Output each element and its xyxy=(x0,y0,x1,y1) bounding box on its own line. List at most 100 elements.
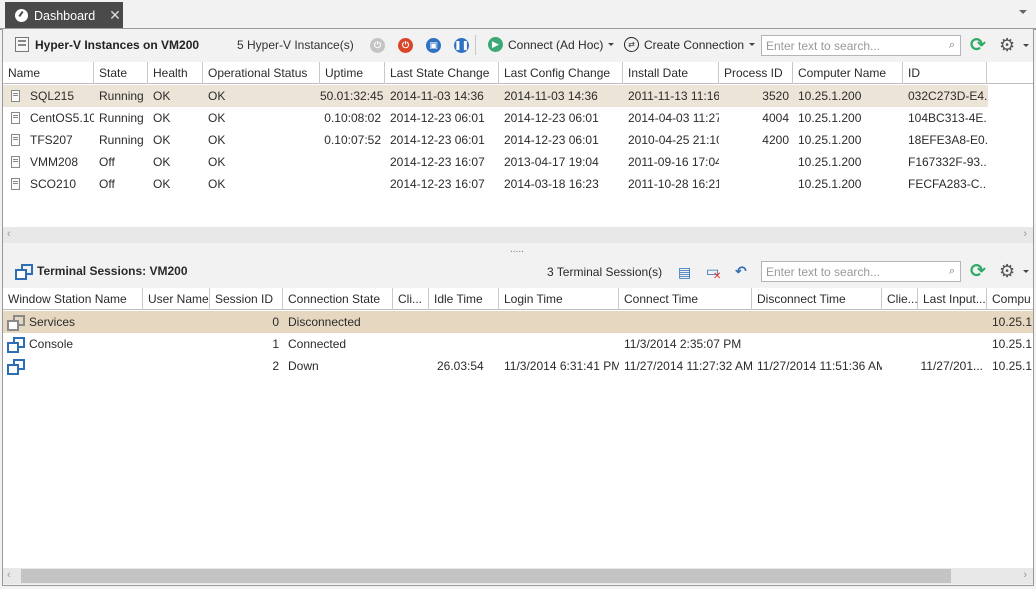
terminal-table-row[interactable]: Console 1 Connected 11/3/2014 2:35:07 PM 10.… xyxy=(3,333,1033,355)
hyperv-table-row[interactable]: SQL215 Running OK OK 50.01:32:45 2014-11-03 1… xyxy=(3,85,988,107)
cell-health-text: OK xyxy=(153,111,171,125)
cell-name-text: SQL215 xyxy=(30,89,75,103)
col-client[interactable]: Cli... xyxy=(393,288,429,310)
scroll-left-icon[interactable]: ‹ xyxy=(7,228,11,240)
hyperv-table-row[interactable]: TFS207 Running OK OK 0.10:07:52 2014-12-23 06… xyxy=(3,129,988,151)
col-process-id[interactable]: Process ID xyxy=(719,62,793,84)
cell-disconnect-time xyxy=(752,333,882,355)
terminal-horizontal-scrollbar[interactable]: ‹ › xyxy=(3,568,1033,584)
gear-icon[interactable]: ⚙ xyxy=(999,262,1015,280)
cell-client-2 xyxy=(882,355,918,377)
cell-id: F167332F-93... xyxy=(903,151,987,173)
cell-session-id-text: 0 xyxy=(272,315,279,329)
cell-connection-state: Connected xyxy=(283,333,393,355)
col-operational-status[interactable]: Operational Status xyxy=(203,62,320,84)
gear-icon[interactable]: ⚙ xyxy=(999,36,1015,54)
scroll-right-icon[interactable]: › xyxy=(1023,569,1027,581)
cell-state-text: Off xyxy=(99,155,115,169)
col-last-state-change[interactable]: Last State Change xyxy=(385,62,499,84)
power-on-icon[interactable]: ⏻ xyxy=(370,38,385,53)
col-disconnect-time[interactable]: Disconnect Time xyxy=(752,288,882,310)
hyperv-table-row[interactable]: VMM208 Off OK OK 2014-12-23 16:07 2013-04-17 … xyxy=(3,151,988,173)
terminal-table-row[interactable]: Services 0 Disconnected 10.25.1 xyxy=(3,311,1033,333)
col-connect-time[interactable]: Connect Time xyxy=(619,288,752,310)
tab-dashboard[interactable]: Dashboard ✕ xyxy=(5,2,123,29)
cell-idle-time: 26.03:54 xyxy=(429,355,499,377)
hyperv-grid: Name State Health Operational Status Upt… xyxy=(3,62,1033,227)
cell-last-state-change-text: 2014-12-23 06:01 xyxy=(390,111,485,125)
cell-install-date-text: 2011-11-13 11:16 xyxy=(628,89,719,103)
cell-process-id: 4200 xyxy=(719,129,793,151)
vm-icon xyxy=(11,178,20,190)
save-state-icon[interactable]: ▣ xyxy=(426,38,441,53)
close-icon[interactable]: ✕ xyxy=(109,7,121,24)
cell-last-config-change: 2014-12-23 06:01 xyxy=(499,129,623,151)
cell-id: FECFA283-C... xyxy=(903,173,987,195)
splitter-handle[interactable]: ..... xyxy=(510,244,524,255)
cell-operational-status-text: OK xyxy=(208,155,226,169)
cell-state-text: Running xyxy=(99,133,144,147)
cell-window-station: Services xyxy=(3,311,143,333)
cell-last-input xyxy=(918,333,987,355)
hyperv-table-row[interactable]: CentOS5.10 Running OK OK 0.10:08:02 2014-12-2… xyxy=(3,107,988,129)
hyperv-table-row[interactable]: SCO210 Off OK OK 2014-12-23 16:07 2014-03-18 … xyxy=(3,173,988,195)
refresh-icon[interactable]: ⟳ xyxy=(970,262,986,281)
col-login-time[interactable]: Login Time xyxy=(499,288,619,310)
connect-adhoc-button[interactable]: ▶ Connect (Ad Hoc) xyxy=(488,37,615,52)
cell-process-id-text: 4004 xyxy=(762,111,789,125)
terminal-search-input[interactable]: Enter text to search... ⌕ xyxy=(761,261,961,282)
col-session-id[interactable]: Session ID xyxy=(210,288,283,310)
terminal-table-row[interactable]: 2 Down 26.03:54 11/3/2014 6:31:41 PM 11/27/2… xyxy=(3,355,1033,377)
col-client-2[interactable]: Clie... xyxy=(882,288,918,310)
hyperv-search-input[interactable]: Enter text to search... ⌕ xyxy=(761,35,961,56)
col-computer-name[interactable]: Computer Name xyxy=(793,62,903,84)
refresh-icon[interactable]: ⟳ xyxy=(970,36,986,55)
cell-disconnect-time xyxy=(752,311,882,333)
logoff-session-icon[interactable]: ▭ ✕ xyxy=(706,264,721,282)
dashboard-icon xyxy=(15,9,28,22)
search-icon[interactable]: ⌕ xyxy=(949,39,955,52)
cell-name: CentOS5.10 xyxy=(3,107,94,129)
cell-operational-status: OK xyxy=(203,129,320,151)
settings-dropdown-icon[interactable] xyxy=(1023,44,1029,47)
search-icon[interactable]: ⌕ xyxy=(949,265,955,278)
scroll-right-icon[interactable]: › xyxy=(1023,228,1027,240)
terminal-session-count: 3 Terminal Session(s) xyxy=(547,265,663,279)
cell-last-state-change: 2014-12-23 06:01 xyxy=(385,107,499,129)
col-name[interactable]: Name xyxy=(3,62,94,84)
col-window-station-name[interactable]: Window Station Name xyxy=(3,288,143,310)
power-off-icon[interactable]: ⏻ xyxy=(398,38,413,53)
col-last-input[interactable]: Last Input... xyxy=(918,288,987,310)
scrollbar-thumb[interactable] xyxy=(21,569,951,583)
tab-label: Dashboard xyxy=(34,8,96,23)
col-state[interactable]: State xyxy=(94,62,148,84)
cell-computer-text: 10.25.1 xyxy=(992,315,1033,329)
settings-dropdown-icon[interactable] xyxy=(1023,270,1029,273)
col-user-name[interactable]: User Name xyxy=(143,288,210,310)
cell-install-date-text: 2011-09-16 17:04 xyxy=(628,155,719,169)
send-message-icon[interactable]: ▤ xyxy=(678,265,691,279)
tab-list-dropdown-icon[interactable] xyxy=(1019,10,1027,14)
cell-last-state-change-text: 2014-12-23 06:01 xyxy=(390,133,485,147)
cell-last-config-change: 2013-04-17 19:04 xyxy=(499,151,623,173)
cell-operational-status: OK xyxy=(203,85,320,107)
col-computer[interactable]: Compu xyxy=(987,288,1033,310)
scroll-left-icon[interactable]: ‹ xyxy=(7,569,11,581)
cell-idle-time xyxy=(429,333,499,355)
col-idle-time[interactable]: Idle Time xyxy=(429,288,499,310)
undo-icon[interactable]: ↶ xyxy=(735,264,747,278)
pause-icon[interactable]: ❚❚ xyxy=(454,38,469,53)
cell-window-station-text: Console xyxy=(29,337,74,351)
create-connection-button[interactable]: ⇄ Create Connection xyxy=(624,37,756,52)
col-id[interactable]: ID xyxy=(903,62,987,84)
col-last-config-change[interactable]: Last Config Change xyxy=(499,62,623,84)
cell-computer: 10.25.1 xyxy=(987,333,1033,355)
col-install-date[interactable]: Install Date xyxy=(623,62,719,84)
hyperv-horizontal-scrollbar[interactable]: ‹ › xyxy=(3,227,1033,243)
col-health[interactable]: Health xyxy=(148,62,203,84)
cell-id-text: 18EFE3A8-E0... xyxy=(908,133,987,147)
cell-state: Running xyxy=(94,129,148,151)
col-connection-state[interactable]: Connection State xyxy=(283,288,393,310)
col-uptime[interactable]: Uptime xyxy=(320,62,385,84)
hyperv-server-icon xyxy=(15,37,29,52)
